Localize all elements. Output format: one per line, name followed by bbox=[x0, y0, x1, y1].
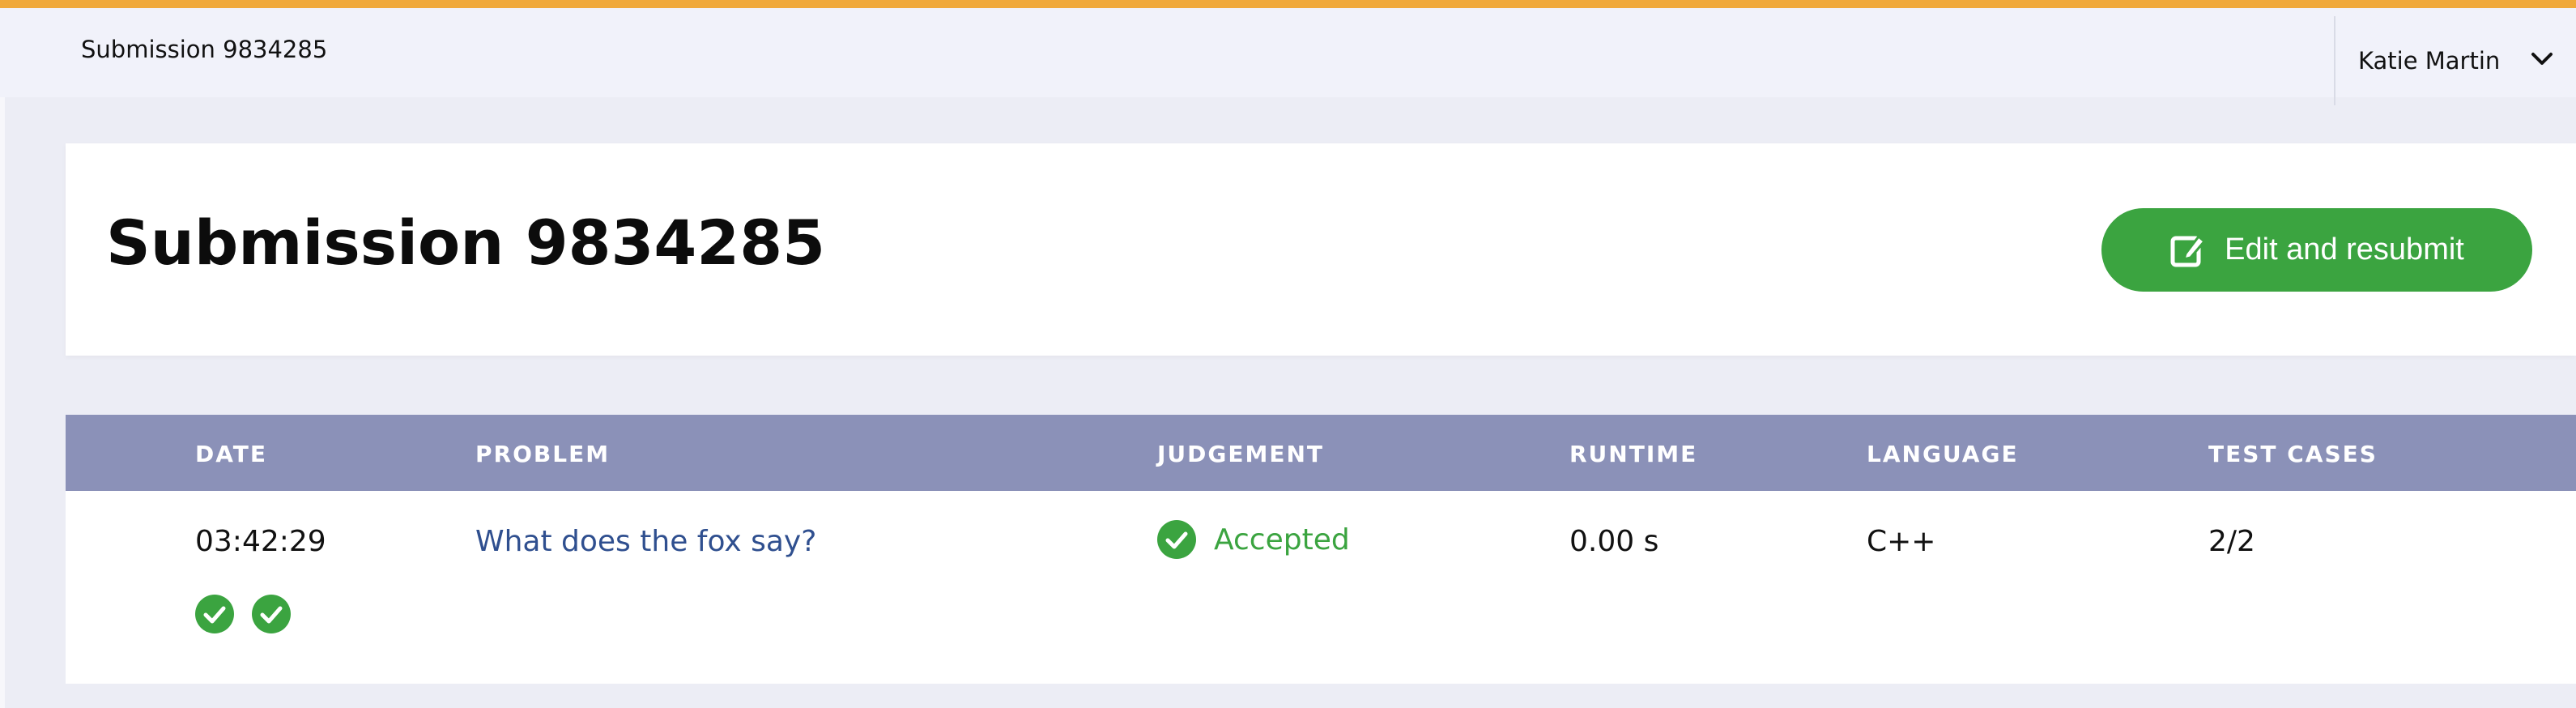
top-bar: Submission 9834285 Katie Martin bbox=[0, 0, 2576, 105]
cell-runtime: 0.00 s bbox=[1569, 525, 1659, 558]
check-circle-icon bbox=[1157, 520, 1196, 559]
cell-date: 03:42:29 bbox=[195, 525, 326, 558]
column-header-judgement: JUDGEMENT bbox=[1157, 441, 1325, 467]
chevron-down-icon bbox=[2531, 53, 2553, 65]
column-header-runtime: RUNTIME bbox=[1569, 441, 1698, 467]
edit-and-resubmit-button[interactable]: Edit and resubmit bbox=[2101, 208, 2532, 292]
breadcrumb[interactable]: Submission 9834285 bbox=[81, 36, 327, 63]
user-menu[interactable]: Katie Martin bbox=[2334, 16, 2576, 105]
problem-link[interactable]: What does the fox say? bbox=[475, 525, 816, 558]
edit-and-resubmit-label: Edit and resubmit bbox=[2225, 232, 2464, 267]
column-header-date: DATE bbox=[195, 441, 267, 467]
cell-test-cases: 2/2 bbox=[2208, 525, 2255, 558]
header-card: Submission 9834285 Edit and resubmit bbox=[66, 143, 2576, 356]
check-circle-icon[interactable] bbox=[195, 595, 234, 633]
table-header: DATE PROBLEM JUDGEMENT RUNTIME LANGUAGE … bbox=[66, 415, 2576, 491]
submission-table: DATE PROBLEM JUDGEMENT RUNTIME LANGUAGE … bbox=[66, 415, 2576, 684]
column-header-language: LANGUAGE bbox=[1867, 441, 2019, 467]
check-circle-icon[interactable] bbox=[252, 595, 291, 633]
page-title: Submission 9834285 bbox=[106, 207, 825, 279]
edit-icon bbox=[2170, 235, 2206, 267]
left-edge-strip bbox=[0, 0, 5, 708]
cell-judgement: Accepted bbox=[1157, 520, 1350, 559]
judgement-text: Accepted bbox=[1214, 522, 1350, 557]
column-header-problem: PROBLEM bbox=[475, 441, 611, 467]
column-header-test-cases: TEST CASES bbox=[2208, 441, 2378, 467]
cell-language: C++ bbox=[1867, 525, 1936, 558]
test-case-results bbox=[195, 595, 291, 633]
user-name: Katie Martin bbox=[2358, 47, 2501, 75]
